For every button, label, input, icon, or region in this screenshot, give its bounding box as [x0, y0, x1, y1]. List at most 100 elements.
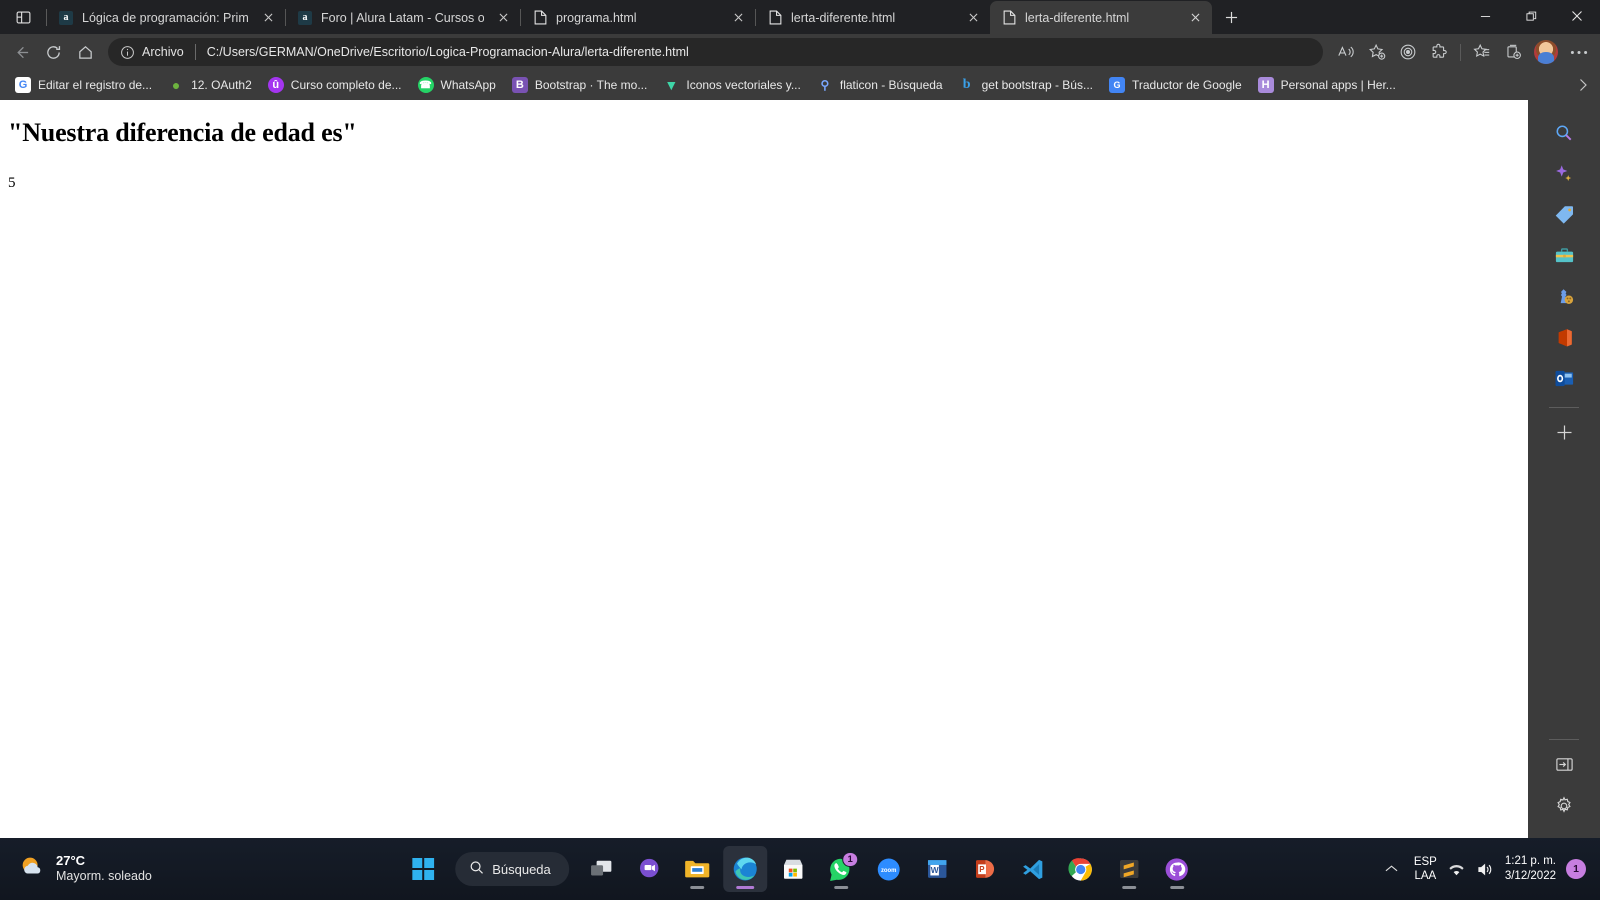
tab-close-icon[interactable] — [962, 7, 984, 29]
microsoft-store-icon[interactable] — [771, 846, 815, 892]
bookmark-item[interactable]: ▼ Iconos vectoriales y... — [656, 74, 808, 96]
sidebar-bottom-divider — [1549, 739, 1579, 740]
wifi-icon[interactable] — [1447, 862, 1466, 877]
bookmark-label: Personal apps | Her... — [1280, 78, 1396, 92]
rewards-icon[interactable] — [1393, 37, 1423, 67]
bookmark-item[interactable]: H Personal apps | Her... — [1251, 74, 1403, 96]
language-indicator[interactable]: ESP LAA — [1414, 855, 1437, 884]
bookmark-item[interactable]: ⚲ flaticon - Búsqueda — [810, 74, 950, 96]
word-icon[interactable]: W — [915, 846, 959, 892]
back-icon[interactable] — [6, 37, 36, 67]
bookmark-item[interactable]: û Curso completo de... — [261, 74, 409, 96]
tab-search-icon[interactable] — [12, 6, 34, 28]
file-explorer-icon[interactable] — [675, 846, 719, 892]
search-icon: ⚲ — [820, 78, 830, 92]
copilot-sparkle-icon[interactable] — [1544, 153, 1584, 194]
sidebar-divider — [1549, 407, 1579, 408]
bookmark-item[interactable]: b get bootstrap - Bús... — [952, 74, 1100, 96]
zoom-icon[interactable]: zoom — [867, 846, 911, 892]
bookmark-label: Bootstrap · The mo... — [534, 78, 648, 92]
omnibox-divider — [194, 44, 196, 60]
url-scheme-label: Archivo — [142, 45, 184, 59]
taskbar-search-label: Búsqueda — [492, 861, 551, 877]
toolbar-right-actions — [1331, 37, 1594, 67]
bookmark-item[interactable]: ● 12. OAuth2 — [161, 74, 259, 96]
running-indicator-active — [735, 886, 754, 889]
task-view-icon[interactable] — [579, 846, 623, 892]
browser-tab[interactable]: a Lógica de programación: Primer — [47, 1, 285, 34]
restore-button[interactable] — [1508, 0, 1554, 32]
chrome-icon[interactable] — [1059, 846, 1103, 892]
github-desktop-icon[interactable] — [1155, 846, 1199, 892]
windows-start-icon[interactable] — [401, 846, 445, 892]
svg-text:zoom: zoom — [881, 867, 897, 873]
bookmark-item[interactable]: ☎ WhatsApp — [411, 74, 503, 96]
favorites-icon[interactable] — [1467, 37, 1497, 67]
bookmark-item[interactable]: B Bootstrap · The mo... — [505, 74, 655, 96]
browser-tab[interactable]: programa.html — [521, 1, 755, 34]
bookmark-label: get bootstrap - Bús... — [981, 78, 1093, 92]
volume-icon[interactable] — [1476, 862, 1495, 877]
tab-actions-area — [0, 0, 46, 34]
new-tab-button[interactable] — [1216, 2, 1246, 32]
file-icon — [532, 10, 548, 26]
whatsapp-icon[interactable]: 1 — [819, 846, 863, 892]
shopping-tag-icon[interactable] — [1544, 194, 1584, 235]
notification-center-badge[interactable]: 1 — [1566, 859, 1586, 879]
bookmark-item[interactable]: G Editar el registro de... — [8, 74, 159, 96]
keyboard-layout-code: LAA — [1414, 870, 1437, 882]
tab-title: programa.html — [556, 10, 637, 25]
browser-tab[interactable]: lerta-diferente.html — [756, 1, 990, 34]
clock[interactable]: 1:21 p. m. 3/12/2022 — [1505, 854, 1556, 884]
file-icon — [767, 10, 783, 26]
microsoft-edge-icon[interactable] — [722, 846, 767, 892]
tab-title: Foro | Alura Latam - Cursos onlin — [321, 10, 484, 25]
tab-close-icon[interactable] — [727, 7, 749, 29]
collections-icon[interactable] — [1498, 37, 1528, 67]
add-favorite-icon[interactable] — [1362, 37, 1392, 67]
browser-tab[interactable]: a Foro | Alura Latam - Cursos onlin — [286, 1, 520, 34]
sublime-text-icon[interactable] — [1107, 846, 1151, 892]
tools-briefcase-icon[interactable] — [1544, 235, 1584, 276]
minimize-button[interactable] — [1462, 0, 1508, 32]
avatar[interactable] — [1534, 40, 1558, 64]
clock-time: 1:21 p. m. — [1504, 855, 1556, 868]
more-icon[interactable] — [1564, 37, 1594, 67]
games-icon[interactable] — [1544, 276, 1584, 317]
show-hidden-icons-icon[interactable] — [1379, 860, 1404, 878]
home-icon[interactable] — [70, 37, 100, 67]
refresh-icon[interactable] — [38, 37, 68, 67]
teams-chat-icon[interactable] — [627, 846, 671, 892]
office-icon[interactable] — [1544, 317, 1584, 358]
read-aloud-icon[interactable] — [1331, 37, 1361, 67]
weather-temperature: 27°C — [56, 853, 86, 869]
browser-tab-active[interactable]: lerta-diferente.html — [990, 1, 1212, 34]
sidebar-settings-gear-icon[interactable] — [1544, 785, 1584, 826]
url-text[interactable]: C:/Users/GERMAN/OneDrive/Escritorio/Logi… — [207, 45, 1319, 59]
outlook-icon[interactable] — [1544, 358, 1584, 399]
bookmark-label: Traductor de Google — [1132, 78, 1242, 92]
search-icon[interactable] — [1544, 112, 1584, 153]
vscode-icon[interactable] — [1011, 846, 1055, 892]
powerpoint-icon[interactable]: P — [963, 846, 1007, 892]
extensions-icon[interactable] — [1424, 37, 1454, 67]
google-icon: G — [15, 77, 31, 93]
tab-close-icon[interactable] — [1184, 7, 1206, 29]
tab-close-icon[interactable] — [492, 7, 514, 29]
bookmarks-overflow-chevron-right-icon[interactable] — [1572, 74, 1594, 96]
address-bar[interactable]: Archivo C:/Users/GERMAN/OneDrive/Escrito… — [108, 38, 1323, 66]
sidebar-toggle-icon[interactable] — [1544, 744, 1584, 785]
bookmark-label: Curso completo de... — [290, 78, 402, 92]
close-button[interactable] — [1554, 0, 1600, 32]
tab-close-icon[interactable] — [257, 7, 279, 29]
running-indicator — [689, 886, 704, 889]
bookmark-label: Iconos vectoriales y... — [686, 78, 801, 92]
add-sidebar-app-icon[interactable] — [1544, 412, 1584, 453]
bootstrap-icon: B — [511, 77, 528, 93]
weather-text: 27°C Mayorm. soleado — [56, 853, 152, 885]
info-icon[interactable] — [118, 43, 136, 61]
tab-strip: a Lógica de programación: Primer a Foro … — [0, 0, 1600, 34]
taskbar-weather-widget[interactable]: 27°C Mayorm. soleado — [0, 853, 300, 886]
taskbar-search-box[interactable]: Búsqueda — [455, 852, 569, 886]
bookmark-item[interactable]: G Traductor de Google — [1102, 74, 1249, 96]
